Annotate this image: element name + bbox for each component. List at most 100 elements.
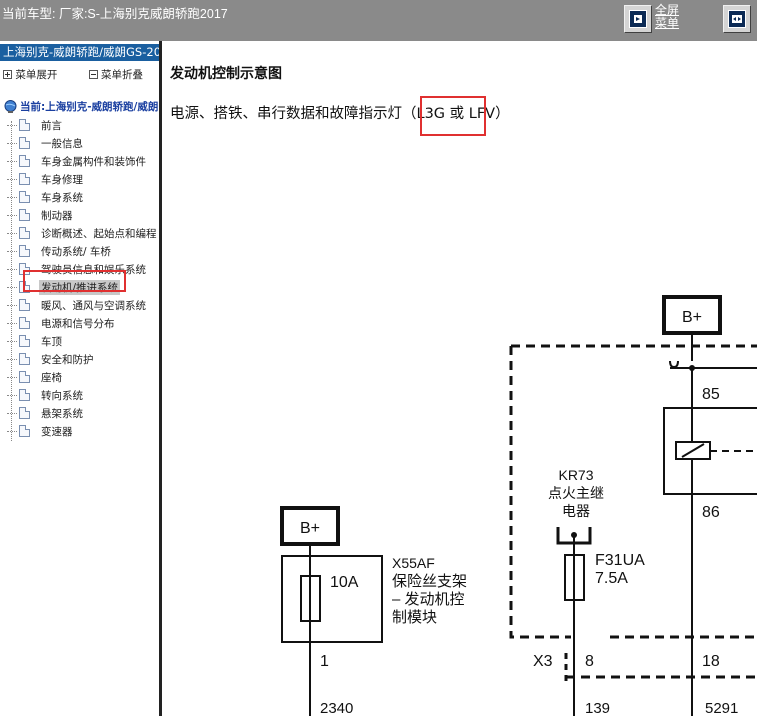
document-icon — [19, 371, 30, 383]
tree-connector — [7, 142, 17, 144]
tree-root[interactable]: 当前:上海别克-威朗轿跑/威朗GS-2017 — [4, 99, 159, 114]
fuse-block-x55af — [281, 555, 383, 643]
sidebar-item-label: 暖风、通风与空调系统 — [41, 299, 146, 312]
sidebar-item[interactable]: 前言 — [7, 116, 62, 134]
sidebar-item[interactable]: 一般信息 — [7, 134, 83, 152]
expand-icon — [3, 70, 12, 79]
tree-connector — [7, 268, 17, 270]
collapse-menu-button[interactable]: 菜单折叠 — [88, 69, 157, 81]
document-icon — [19, 227, 30, 239]
fullscreen-link-line2[interactable]: 菜单 — [655, 17, 679, 30]
fuse-10a-label: 10A — [330, 574, 359, 591]
sidebar-item[interactable]: 暖风、通风与空调系统 — [7, 296, 146, 314]
tree-connector — [7, 124, 17, 126]
x55af-label-line1: X55AF — [392, 555, 435, 571]
document-icon — [19, 191, 30, 203]
wire-5291-label: 5291 — [705, 700, 738, 716]
tree-root-label: 当前:上海别克-威朗轿跑/威朗GS-2017 — [20, 101, 159, 113]
sidebar-item-label: 悬架系统 — [41, 407, 83, 420]
fuse-f31ua-label: F31UA — [595, 552, 645, 569]
sidebar-item-label: 车身系统 — [41, 191, 83, 204]
document-icon — [19, 317, 30, 329]
sidebar-item[interactable]: 车身金属构件和装饰件 — [7, 152, 146, 170]
sidebar-item-label: 车顶 — [41, 335, 62, 348]
x55af-label-line3: – 发动机控 — [392, 591, 465, 608]
document-icon — [19, 245, 30, 257]
kr73-label-line3: 电器 — [562, 503, 590, 519]
tree-connector — [7, 214, 17, 216]
sidebar-item[interactable]: 车顶 — [7, 332, 62, 350]
document-icon — [19, 389, 30, 401]
sidebar-item-label: 电源和信号分布 — [41, 317, 115, 330]
tree-connector — [7, 286, 17, 288]
sidebar-item[interactable]: 制动器 — [7, 206, 73, 224]
sidebar-item[interactable]: 诊断概述、起始点和编程 — [7, 224, 157, 242]
sidebar-item[interactable]: 悬架系统 — [7, 404, 83, 422]
document-icon — [19, 155, 30, 167]
tree-connector — [7, 358, 17, 360]
menu-options: 菜单展开 菜单折叠 — [3, 67, 159, 82]
content-pane: 发动机控制示意图 电源、搭铁、串行数据和故障指示灯（L3G 或 LFV） B+ … — [162, 41, 757, 716]
document-icon — [19, 137, 30, 149]
sidebar-item-label: 前言 — [41, 119, 62, 132]
fullscreen-button[interactable] — [624, 5, 652, 33]
fullscreen-icon — [629, 10, 647, 28]
x55af-label-line4: 制模块 — [392, 609, 437, 626]
split-view-button[interactable] — [723, 5, 751, 33]
sidebar-item[interactable]: 变速器 — [7, 422, 73, 440]
sidebar-item-label: 转向系统 — [41, 389, 83, 402]
sidebar-tree: 上海别克-威朗轿跑/威朗GS-2017 菜单展开 菜单折叠 当前:上海别克-威朗… — [0, 41, 159, 716]
pin-18-label: 18 — [702, 653, 720, 670]
sidebar-item-label: 制动器 — [41, 209, 73, 222]
split-view-icon — [728, 10, 746, 28]
tree-connector — [7, 196, 17, 198]
tree-connector — [7, 160, 17, 162]
sidebar-item[interactable]: 车身修理 — [7, 170, 83, 188]
document-icon — [19, 425, 30, 437]
tree-connector — [7, 412, 17, 414]
wire-2340-label: 2340 — [320, 700, 353, 716]
tree-connector — [7, 250, 17, 252]
sidebar-item-label: 变速器 — [41, 425, 73, 438]
document-icon — [19, 299, 30, 311]
expand-menu-button[interactable]: 菜单展开 — [3, 69, 75, 81]
fullscreen-menu-link[interactable]: 全屏 菜单 — [655, 4, 679, 30]
selected-item-highlight-box — [23, 270, 126, 292]
tree-connector — [7, 322, 17, 324]
top-bar: 当前车型: 厂家:S-上海别克威朗轿跑2017 全屏 菜单 — [0, 0, 757, 41]
kr73-label-line1: KR73 — [558, 467, 593, 483]
sidebar-item-label: 安全和防护 — [41, 353, 94, 366]
sidebar-item-label: 传动系统/ 车桥 — [41, 245, 111, 258]
wiring-diagram: B+ 85 86 18 5291 KR73 点火主继 电器 F31UA 7.5A… — [280, 295, 757, 716]
bplus-left-label: B+ — [300, 520, 320, 537]
sidebar-item-label: 座椅 — [41, 371, 62, 384]
bplus-right-label: B+ — [682, 309, 702, 326]
sidebar-item-label: 车身修理 — [41, 173, 83, 186]
tree-connector — [7, 376, 17, 378]
document-icon — [19, 209, 30, 221]
sidebar-item-label: 诊断概述、起始点和编程 — [41, 227, 157, 240]
sidebar-item-label: 一般信息 — [41, 137, 83, 150]
document-icon — [19, 335, 30, 347]
sidebar-item[interactable]: 安全和防护 — [7, 350, 94, 368]
x55af-label-line2: 保险丝支架 — [392, 573, 467, 590]
tree-connector — [7, 340, 17, 342]
pin-8-label: 8 — [585, 653, 594, 670]
collapse-icon — [88, 70, 98, 79]
pin-86-label: 86 — [702, 504, 720, 521]
sidebar-item[interactable]: 座椅 — [7, 368, 62, 386]
tree-connector — [7, 394, 17, 396]
sidebar-item[interactable]: 转向系统 — [7, 386, 83, 404]
wire-139-label: 139 — [585, 700, 610, 716]
pin-85-label: 85 — [702, 386, 720, 403]
tree-connector — [7, 430, 17, 432]
fuse-f31ua-rating: 7.5A — [595, 570, 628, 587]
document-icon — [19, 173, 30, 185]
sidebar-item[interactable]: 车身系统 — [7, 188, 83, 206]
sidebar-item[interactable]: 电源和信号分布 — [7, 314, 115, 332]
collapse-label: 菜单折叠 — [101, 69, 144, 81]
tree-connector — [7, 304, 17, 306]
sidebar-header: 上海别克-威朗轿跑/威朗GS-2017 — [0, 44, 159, 61]
document-icon — [19, 407, 30, 419]
sidebar-item[interactable]: 传动系统/ 车桥 — [7, 242, 111, 260]
